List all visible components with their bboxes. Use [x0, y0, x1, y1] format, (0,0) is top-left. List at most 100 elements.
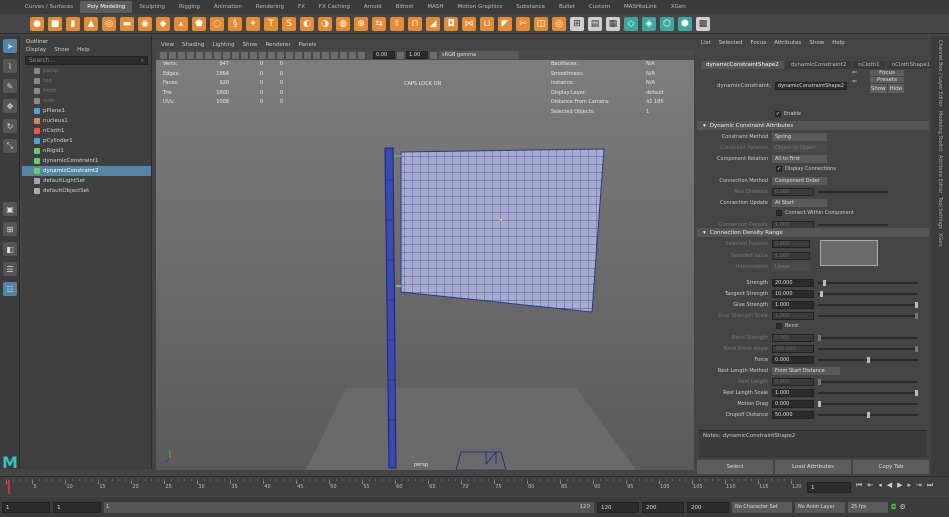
bookmark-icon[interactable]: [178, 51, 185, 59]
attr-slider[interactable]: [818, 302, 918, 308]
show-button[interactable]: Show: [870, 84, 887, 93]
attr-slider[interactable]: [818, 357, 918, 363]
smooth-icon[interactable]: ◍: [336, 16, 350, 31]
slider-knob[interactable]: [915, 302, 918, 308]
multi-cut-icon[interactable]: ✂: [516, 16, 530, 31]
attr-field[interactable]: 0.000: [772, 356, 814, 364]
dof-icon[interactable]: [322, 51, 329, 59]
prism-icon[interactable]: ⬟: [192, 16, 206, 31]
cone-icon[interactable]: ▲: [84, 16, 98, 31]
paint-select-icon[interactable]: ✎: [3, 79, 17, 93]
shelf-tab[interactable]: Substance: [509, 1, 552, 13]
play-forward-icon[interactable]: ▶: [897, 481, 902, 490]
enable-checkbox[interactable]: ✓: [775, 111, 781, 117]
auto-map-icon[interactable]: ▦: [606, 16, 620, 31]
lights-icon[interactable]: [286, 51, 293, 59]
attr-field[interactable]: 0.000: [772, 400, 814, 408]
uv-editor-icon[interactable]: ⊞: [570, 16, 584, 31]
graph-layout-icon[interactable]: ☰: [3, 262, 17, 276]
attr-dropdown[interactable]: At Start: [772, 199, 827, 207]
attr-nav-icon[interactable]: ⇐: [852, 69, 857, 76]
step-back-key-icon[interactable]: ⇤: [867, 481, 873, 490]
gamma-field[interactable]: 1.00: [406, 51, 428, 59]
attr-slider[interactable]: [818, 401, 918, 407]
shelf-tab[interactable]: FX: [291, 1, 312, 13]
prefs-icon[interactable]: ⚙: [900, 503, 906, 511]
torus-icon[interactable]: ◎: [102, 16, 116, 31]
attr-dropdown[interactable]: Spring: [772, 133, 827, 141]
sew-uv-icon[interactable]: ◈: [642, 16, 656, 31]
lasso-tool-icon[interactable]: ⌇: [3, 59, 17, 73]
shelf-tab[interactable]: MASH: [420, 1, 450, 13]
attr-field[interactable]: 1.000: [772, 301, 814, 309]
side-tab[interactable]: XGen: [937, 233, 943, 247]
current-time-marker[interactable]: [8, 480, 10, 494]
attr-slider[interactable]: [818, 191, 888, 193]
sphere-icon[interactable]: ●: [30, 16, 44, 31]
hide-button[interactable]: Hide: [887, 84, 904, 93]
outliner-item[interactable]: nucleus1: [22, 116, 151, 126]
attr-field[interactable]: 1.000: [772, 389, 814, 397]
outliner-search-input[interactable]: Search... ⌕: [25, 56, 148, 65]
step-forward-key-icon[interactable]: ⇥: [916, 481, 922, 490]
platonic-icon[interactable]: ◆: [156, 16, 170, 31]
merge-icon[interactable]: ⋈: [462, 16, 476, 31]
slider-knob[interactable]: [822, 280, 826, 286]
search-icon[interactable]: ⌕: [141, 57, 144, 65]
viewport-menu-item[interactable]: Panels: [299, 42, 317, 48]
section-density-range[interactable]: ▾ Connection Density Range: [697, 228, 929, 237]
shelf-tab[interactable]: Bifrost: [389, 1, 421, 13]
side-tab[interactable]: Attribute Editor: [937, 155, 943, 193]
persp-outliner-icon[interactable]: ◧: [3, 242, 17, 256]
character-set-dropdown[interactable]: No Character Set: [732, 501, 792, 513]
bridge2-icon[interactable]: ⊔: [480, 16, 494, 31]
svg-icon[interactable]: S: [282, 16, 296, 31]
time-slider[interactable]: 1510152025303540455055606570758085909510…: [0, 476, 949, 496]
attr-field[interactable]: 20.000: [772, 279, 814, 287]
auto-key-icon[interactable]: ◘: [891, 503, 897, 511]
attr-slider[interactable]: [818, 291, 918, 297]
end-time-field[interactable]: 200: [642, 501, 684, 513]
copy-tab-button[interactable]: Copy Tab: [853, 460, 929, 474]
outliner-item[interactable]: front: [22, 86, 151, 96]
viewport-menu-item[interactable]: View: [161, 42, 174, 48]
density-ramp-graph[interactable]: [820, 240, 878, 266]
combine-icon[interactable]: ◐: [300, 16, 314, 31]
attr-dropdown[interactable]: From Start Distance: [772, 367, 840, 375]
current-frame-field[interactable]: 1: [807, 482, 851, 493]
attr-field[interactable]: 50.000: [772, 411, 814, 419]
shelf-tab[interactable]: MASHtoLink: [617, 1, 664, 13]
isolate-icon[interactable]: [331, 51, 338, 59]
safe-title-icon[interactable]: [250, 51, 257, 59]
slider-knob[interactable]: [915, 390, 918, 396]
aa-icon[interactable]: [313, 51, 320, 59]
slider-knob[interactable]: [866, 357, 870, 363]
grid-icon[interactable]: [196, 51, 203, 59]
wireframe-icon[interactable]: [259, 51, 266, 59]
play-backward-icon[interactable]: ◀: [887, 481, 892, 490]
extrude-icon[interactable]: ⇧: [390, 16, 404, 31]
attr-menu-item[interactable]: Help: [832, 40, 845, 46]
shelf-tab[interactable]: Animation: [207, 1, 249, 13]
bevel-icon[interactable]: ◢: [426, 16, 440, 31]
viewport-menu-item[interactable]: Renderer: [265, 42, 290, 48]
wedge-icon[interactable]: ◤: [498, 16, 512, 31]
smooth-shade-icon[interactable]: [268, 51, 275, 59]
shelf-tab[interactable]: Sculpting: [132, 1, 172, 13]
attr-dropdown[interactable]: All to First: [772, 155, 827, 163]
layout-icon[interactable]: ⬢: [678, 16, 692, 31]
slider-knob[interactable]: [819, 291, 823, 297]
shelf-tab[interactable]: Bullet: [552, 1, 582, 13]
checker-icon[interactable]: ▩: [696, 16, 710, 31]
node-name-field[interactable]: dynamicConstraintShape2: [774, 82, 848, 90]
edge-loop-icon[interactable]: ◫: [534, 16, 548, 31]
select-button[interactable]: Select: [697, 460, 773, 474]
boolean-icon[interactable]: ⊕: [354, 16, 368, 31]
xray-joints-icon[interactable]: [349, 51, 356, 59]
resolution-gate-icon[interactable]: [214, 51, 221, 59]
start-time-field[interactable]: 1: [2, 501, 50, 513]
helix-icon[interactable]: §: [228, 16, 242, 31]
select-tool-icon[interactable]: ➤: [3, 39, 17, 53]
outliner-item[interactable]: dynamicConstraint1: [22, 156, 151, 166]
star-icon[interactable]: ✦: [246, 16, 260, 31]
